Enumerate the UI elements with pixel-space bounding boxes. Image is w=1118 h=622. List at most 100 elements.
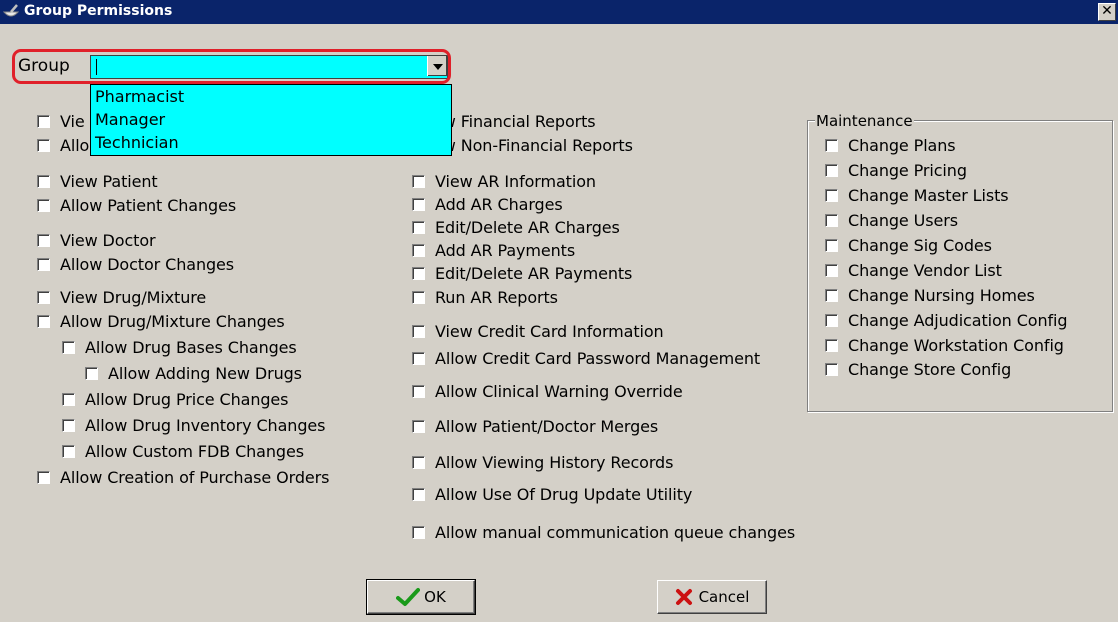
- checkbox-box[interactable]: [37, 114, 50, 128]
- checkbox-box[interactable]: [62, 392, 75, 406]
- checkbox-box[interactable]: [37, 290, 50, 304]
- checkbox-box[interactable]: [825, 238, 838, 252]
- checkbox-edit-delete-ar-payments[interactable]: Edit/Delete AR Payments: [412, 262, 632, 284]
- checkbox-box[interactable]: [412, 197, 425, 211]
- checkbox-change-vendor-list[interactable]: Change Vendor List: [825, 259, 1002, 281]
- checkbox-box[interactable]: [37, 470, 50, 484]
- dropdown-option-pharmacist[interactable]: Pharmacist: [91, 85, 451, 108]
- checkbox-change-nursing-homes[interactable]: Change Nursing Homes: [825, 284, 1035, 306]
- checkbox-allow-patient-changes[interactable]: Allow Patient Changes: [37, 194, 236, 216]
- checkbox-label: ew Non-Financial Reports: [433, 135, 633, 155]
- checkbox-change-workstation-config[interactable]: Change Workstation Config: [825, 334, 1064, 356]
- checkbox-label: Allow Patient Changes: [60, 195, 237, 215]
- checkbox-allow-adding-new-drugs[interactable]: Allow Adding New Drugs: [85, 362, 302, 384]
- group-dropdown-list: Pharmacist Manager Technician: [90, 84, 452, 156]
- checkbox-box[interactable]: [37, 198, 50, 212]
- checkbox-box[interactable]: [412, 266, 425, 280]
- checkbox-partial-1[interactable]: Vie: [37, 110, 85, 132]
- checkbox-box[interactable]: [412, 384, 425, 398]
- checkbox-box[interactable]: [412, 351, 425, 365]
- checkbox-allow-doctor-changes[interactable]: Allow Doctor Changes: [37, 253, 234, 275]
- checkbox-allow-drug-bases-changes[interactable]: Allow Drug Bases Changes: [62, 336, 297, 358]
- group-combobox[interactable]: [90, 55, 448, 79]
- checkbox-label: View Patient: [60, 171, 158, 191]
- checkbox-box[interactable]: [412, 455, 425, 469]
- checkbox-box[interactable]: [412, 290, 425, 304]
- checkbox-label: Allo: [60, 135, 90, 155]
- checkbox-allow-drug-inventory-changes[interactable]: Allow Drug Inventory Changes: [62, 414, 325, 436]
- checkbox-box[interactable]: [412, 525, 425, 539]
- checkbox-view-drug-mixture[interactable]: View Drug/Mixture: [37, 286, 206, 308]
- checkbox-box[interactable]: [412, 243, 425, 257]
- checkbox-box[interactable]: [62, 444, 75, 458]
- checkbox-label: Allow Creation of Purchase Orders: [60, 467, 330, 487]
- checkbox-label: Allow Drug/Mixture Changes: [60, 311, 285, 331]
- checkbox-box[interactable]: [412, 174, 425, 188]
- checkbox-box[interactable]: [85, 366, 98, 380]
- dropdown-option-manager[interactable]: Manager: [91, 108, 451, 131]
- checkbox-box[interactable]: [62, 340, 75, 354]
- ok-button[interactable]: OK: [366, 579, 476, 615]
- checkbox-allow-viewing-history-records[interactable]: Allow Viewing History Records: [412, 451, 673, 473]
- checkbox-allow-creation-purchase-orders[interactable]: Allow Creation of Purchase Orders: [37, 466, 329, 488]
- checkbox-box[interactable]: [37, 138, 50, 152]
- checkbox-change-adjudication-config[interactable]: Change Adjudication Config: [825, 309, 1068, 331]
- checkbox-box[interactable]: [37, 257, 50, 271]
- checkbox-allow-manual-comm-queue[interactable]: Allow manual communication queue changes: [412, 521, 795, 543]
- checkbox-allow-patient-doctor-merges[interactable]: Allow Patient/Doctor Merges: [412, 415, 658, 437]
- checkbox-box[interactable]: [62, 418, 75, 432]
- checkbox-add-ar-charges[interactable]: Add AR Charges: [412, 193, 563, 215]
- checkbox-box[interactable]: [825, 263, 838, 277]
- checkbox-label: Change Users: [848, 210, 958, 230]
- checkbox-label: Allow manual communication queue changes: [435, 522, 796, 542]
- checkbox-run-ar-reports[interactable]: Run AR Reports: [412, 286, 558, 308]
- checkbox-allow-cc-password-mgmt[interactable]: Allow Credit Card Password Management: [412, 347, 760, 369]
- checkbox-allow-custom-fdb-changes[interactable]: Allow Custom FDB Changes: [62, 440, 304, 462]
- checkbox-partial-2[interactable]: Allo: [37, 134, 89, 156]
- checkbox-change-sig-codes[interactable]: Change Sig Codes: [825, 234, 992, 256]
- checkbox-label: Change Store Config: [848, 359, 1012, 379]
- checkbox-label: Change Vendor List: [848, 260, 1002, 280]
- checkbox-view-ar-information[interactable]: View AR Information: [412, 170, 596, 192]
- checkbox-box[interactable]: [825, 188, 838, 202]
- checkbox-box[interactable]: [412, 419, 425, 433]
- checkbox-edit-delete-ar-charges[interactable]: Edit/Delete AR Charges: [412, 216, 620, 238]
- checkbox-label: Change Nursing Homes: [848, 285, 1035, 305]
- checkbox-box[interactable]: [825, 362, 838, 376]
- checkbox-box[interactable]: [37, 174, 50, 188]
- checkbox-box[interactable]: [825, 313, 838, 327]
- checkbox-allow-drug-update-utility[interactable]: Allow Use Of Drug Update Utility: [412, 483, 692, 505]
- checkbox-box[interactable]: [37, 314, 50, 328]
- checkbox-box[interactable]: [825, 163, 838, 177]
- checkbox-label: Edit/Delete AR Charges: [435, 217, 620, 237]
- ok-label: OK: [424, 588, 446, 606]
- checkbox-box[interactable]: [825, 338, 838, 352]
- close-button[interactable]: ✕: [1098, 3, 1116, 21]
- checkbox-change-master-lists[interactable]: Change Master Lists: [825, 184, 1009, 206]
- checkbox-change-store-config[interactable]: Change Store Config: [825, 358, 1011, 380]
- checkbox-box[interactable]: [412, 487, 425, 501]
- checkbox-box[interactable]: [37, 233, 50, 247]
- chevron-down-icon: [433, 64, 443, 70]
- checkbox-box[interactable]: [412, 324, 425, 338]
- checkbox-box[interactable]: [825, 138, 838, 152]
- checkbox-change-plans[interactable]: Change Plans: [825, 134, 956, 156]
- checkbox-label: Allow Adding New Drugs: [108, 363, 302, 383]
- cancel-button[interactable]: Cancel: [657, 580, 767, 614]
- checkbox-label: Allow Doctor Changes: [60, 254, 235, 274]
- dropdown-button[interactable]: [427, 56, 447, 76]
- checkbox-change-pricing[interactable]: Change Pricing: [825, 159, 967, 181]
- checkbox-allow-drug-price-changes[interactable]: Allow Drug Price Changes: [62, 388, 288, 410]
- checkbox-allow-clinical-warning-override[interactable]: Allow Clinical Warning Override: [412, 380, 683, 402]
- checkbox-label: Add AR Payments: [435, 240, 576, 260]
- checkbox-view-doctor[interactable]: View Doctor: [37, 229, 156, 251]
- checkbox-box[interactable]: [825, 288, 838, 302]
- checkbox-box[interactable]: [412, 220, 425, 234]
- checkbox-view-patient[interactable]: View Patient: [37, 170, 158, 192]
- checkbox-view-credit-card-info[interactable]: View Credit Card Information: [412, 320, 664, 342]
- dropdown-option-technician[interactable]: Technician: [91, 131, 451, 154]
- checkbox-box[interactable]: [825, 213, 838, 227]
- checkbox-change-users[interactable]: Change Users: [825, 209, 958, 231]
- checkbox-allow-drug-mixture-changes[interactable]: Allow Drug/Mixture Changes: [37, 310, 285, 332]
- checkbox-add-ar-payments[interactable]: Add AR Payments: [412, 239, 575, 261]
